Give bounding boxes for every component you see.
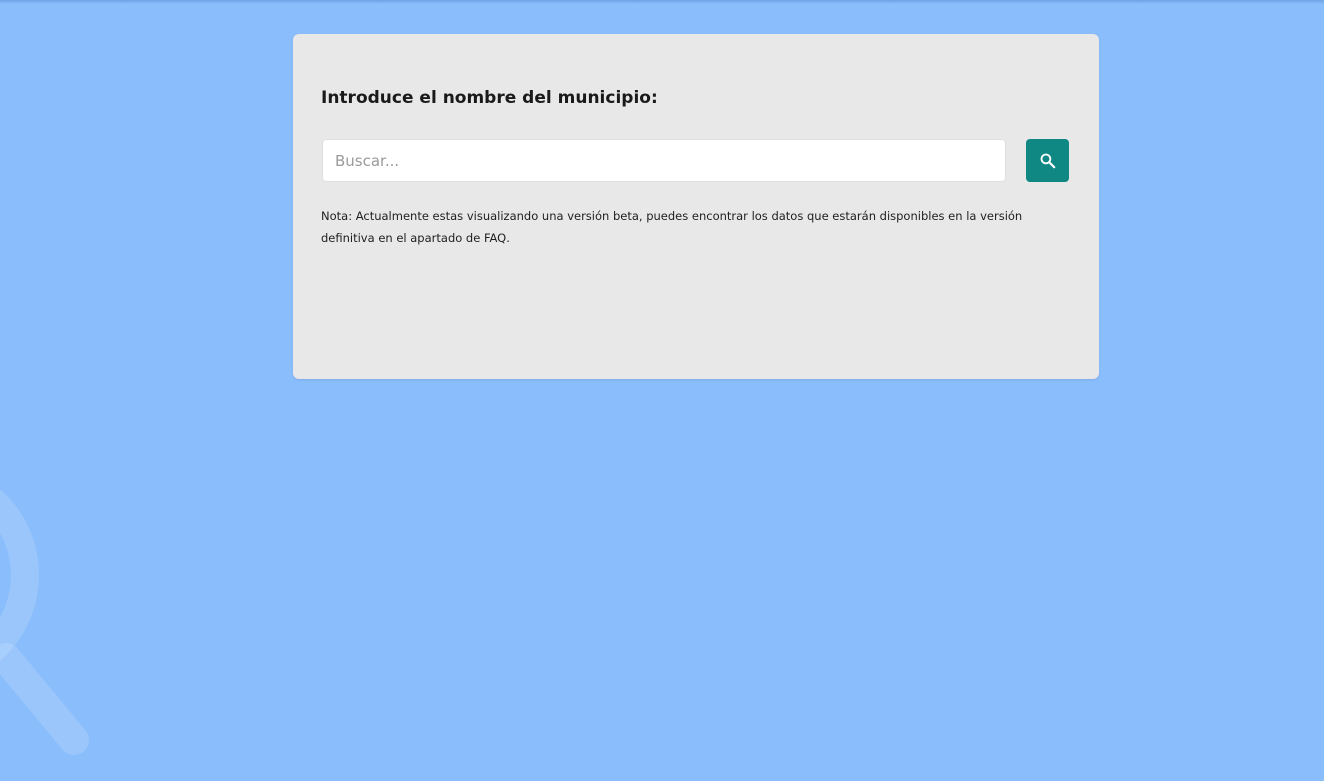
search-card: Introduce el nombre del municipio: Nota:… xyxy=(293,34,1099,379)
search-input[interactable] xyxy=(322,139,1006,182)
search-icon xyxy=(1038,151,1058,171)
search-title: Introduce el nombre del municipio: xyxy=(321,88,658,108)
beta-note: Nota: Actualmente estas visualizando una… xyxy=(321,209,1023,245)
page: { "colors": { "page_background": "#8abdf… xyxy=(0,0,1324,781)
search-button[interactable] xyxy=(1026,139,1069,182)
top-shadow xyxy=(0,0,1324,4)
